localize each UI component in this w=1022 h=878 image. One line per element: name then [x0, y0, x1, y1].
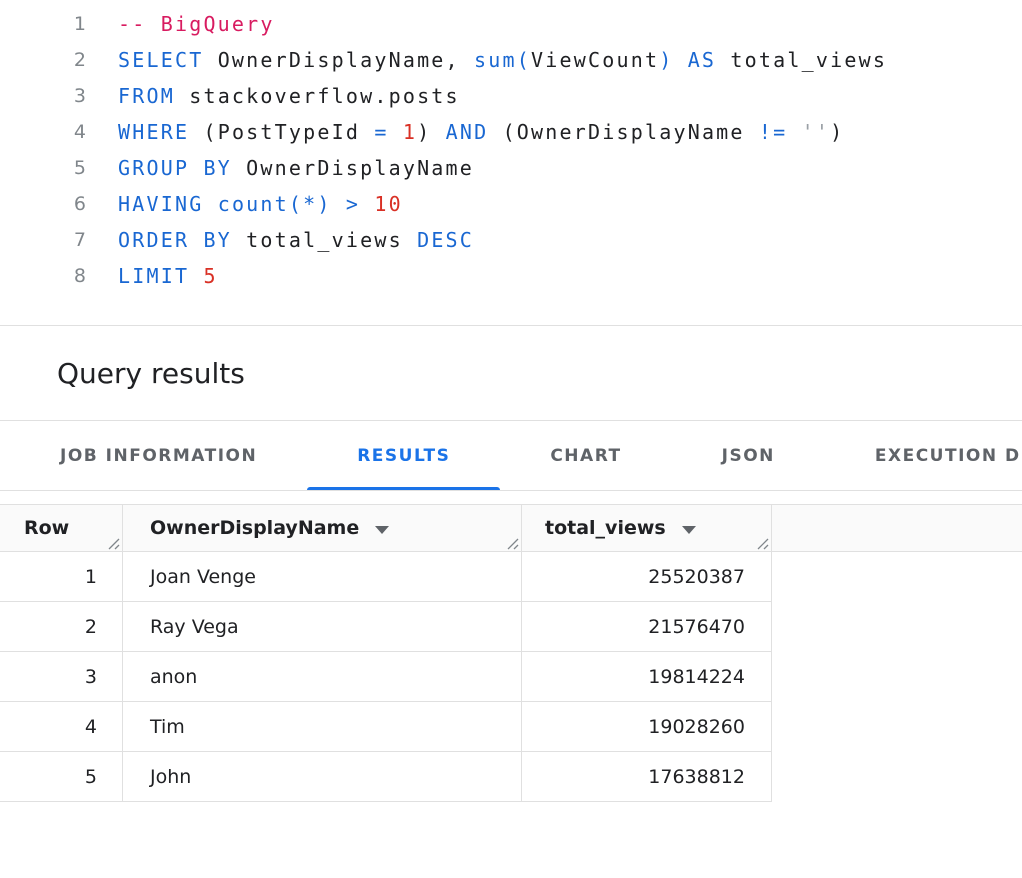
line-number: 4 — [0, 114, 86, 150]
column-header-filler — [772, 505, 1022, 551]
code-text: -- BigQuery — [118, 6, 275, 42]
table-row: 1Joan Venge25520387 — [0, 552, 772, 602]
table-row: 5John17638812 — [0, 752, 772, 802]
cell-owner-display-name: anon — [123, 652, 522, 701]
code-text: GROUP BY OwnerDisplayName — [118, 150, 474, 186]
code-line: 5 GROUP BY OwnerDisplayName — [0, 150, 1022, 186]
code-text: ORDER BY total_views DESC — [118, 222, 474, 258]
cell-row-number: 5 — [0, 752, 123, 801]
results-tabbar: JOB INFORMATIONRESULTSCHARTJSONEXECUTION… — [0, 421, 1022, 491]
cell-owner-display-name: Tim — [123, 702, 522, 751]
query-results-title: Query results — [57, 357, 245, 390]
column-sort-menu-icon[interactable] — [682, 526, 696, 534]
code-text: SELECT OwnerDisplayName, sum(ViewCount) … — [118, 42, 887, 78]
cell-total-views: 21576470 — [522, 602, 772, 651]
tab-json[interactable]: JSON — [672, 421, 825, 490]
query-results-header: Query results — [0, 326, 1022, 421]
cell-row-number: 1 — [0, 552, 123, 601]
line-number: 6 — [0, 186, 86, 222]
code-text: HAVING count(*) > 10 — [118, 186, 403, 222]
tab-chart[interactable]: CHART — [500, 421, 671, 490]
code-line: 6 HAVING count(*) > 10 — [0, 186, 1022, 222]
code-line: 1 -- BigQuery — [0, 6, 1022, 42]
cell-total-views: 17638812 — [522, 752, 772, 801]
column-resize-handle-icon[interactable] — [108, 538, 120, 550]
cell-row-number: 2 — [0, 602, 123, 651]
cell-total-views: 19814224 — [522, 652, 772, 701]
line-number: 8 — [0, 258, 86, 294]
code-text: LIMIT 5 — [118, 258, 218, 294]
column-label-total-views: total_views — [545, 517, 666, 539]
cell-total-views: 25520387 — [522, 552, 772, 601]
cell-owner-display-name: Ray Vega — [123, 602, 522, 651]
sql-editor[interactable]: 1 -- BigQuery 2 SELECT OwnerDisplayName, su… — [0, 0, 1022, 326]
cell-row-number: 3 — [0, 652, 123, 701]
code-line: 7 ORDER BY total_views DESC — [0, 222, 1022, 258]
line-number: 7 — [0, 222, 86, 258]
cell-owner-display-name: John — [123, 752, 522, 801]
code-line: 3 FROM stackoverflow.posts — [0, 78, 1022, 114]
column-header-ownerdisplayname[interactable]: OwnerDisplayName — [123, 505, 522, 551]
column-label-ownerdisplayname: OwnerDisplayName — [150, 517, 359, 539]
code-text: WHERE (PostTypeId = 1) AND (OwnerDisplay… — [118, 114, 844, 150]
column-sort-menu-icon[interactable] — [375, 526, 389, 534]
line-number: 1 — [0, 6, 86, 42]
column-resize-handle-icon[interactable] — [507, 538, 519, 550]
column-header-row[interactable]: Row — [0, 505, 123, 551]
line-number: 5 — [0, 150, 86, 186]
cell-row-number: 4 — [0, 702, 123, 751]
results-table-body: 1Joan Venge255203872Ray Vega215764703ano… — [0, 552, 1022, 802]
table-row: 4Tim19028260 — [0, 702, 772, 752]
tab-execution-details[interactable]: EXECUTION DETAILS — [825, 421, 1022, 490]
tab-job-information[interactable]: JOB INFORMATION — [10, 421, 307, 490]
column-header-total-views[interactable]: total_views — [522, 505, 772, 551]
results-table: Row OwnerDisplayName total_views 1Joan V… — [0, 504, 1022, 802]
line-number: 2 — [0, 42, 86, 78]
table-row: 3anon19814224 — [0, 652, 772, 702]
cell-owner-display-name: Joan Venge — [123, 552, 522, 601]
column-label-row: Row — [24, 517, 69, 539]
code-line: 2 SELECT OwnerDisplayName, sum(ViewCount)… — [0, 42, 1022, 78]
cell-total-views: 19028260 — [522, 702, 772, 751]
code-text: FROM stackoverflow.posts — [118, 78, 460, 114]
line-number: 3 — [0, 78, 86, 114]
results-table-header: Row OwnerDisplayName total_views — [0, 504, 1022, 552]
table-row: 2Ray Vega21576470 — [0, 602, 772, 652]
code-line: 4 WHERE (PostTypeId = 1) AND (OwnerDispla… — [0, 114, 1022, 150]
column-resize-handle-icon[interactable] — [757, 538, 769, 550]
tab-results[interactable]: RESULTS — [307, 421, 500, 490]
code-line: 8 LIMIT 5 — [0, 258, 1022, 294]
